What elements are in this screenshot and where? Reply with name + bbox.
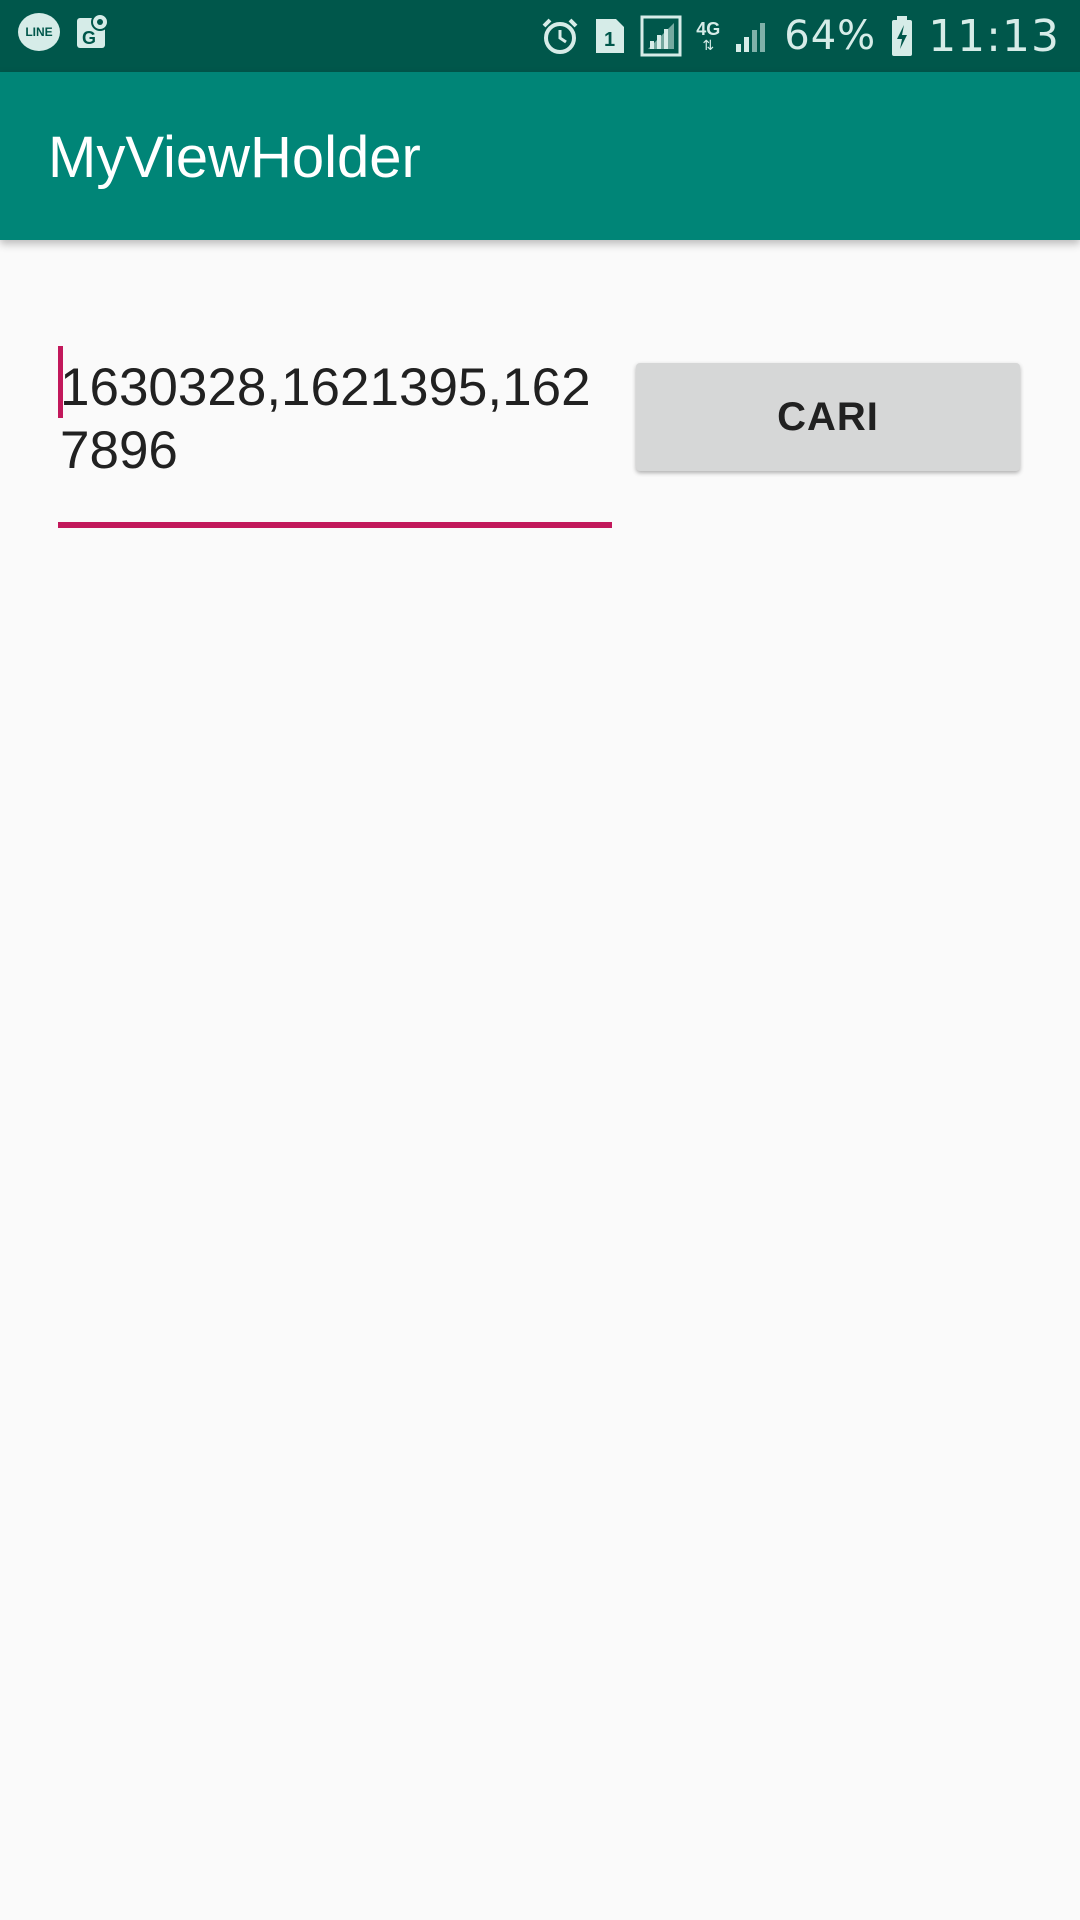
battery-charging-icon: [890, 15, 914, 57]
status-bar: LINE G 1 4G ⇅ 64% 11:13: [0, 0, 1080, 72]
svg-text:G: G: [82, 28, 96, 48]
cari-button[interactable]: CARI: [636, 363, 1020, 471]
app-bar: MyViewHolder: [0, 72, 1080, 240]
svg-text:1: 1: [604, 29, 615, 51]
battery-percent: 64%: [784, 13, 877, 59]
line-icon: LINE: [18, 13, 60, 51]
search-input[interactable]: 1630328,1621395,1627896: [58, 346, 614, 532]
status-time: 11:13: [928, 10, 1060, 62]
search-input-underline: [58, 522, 612, 528]
status-bar-left: LINE G: [18, 12, 110, 52]
alarm-icon: [540, 16, 580, 56]
google-maps-icon: G: [76, 12, 110, 52]
signal-icon-2: [734, 18, 770, 54]
status-bar-right: 1 4G ⇅ 64% 11:13: [540, 0, 1060, 72]
sim-1-icon: 1: [594, 17, 626, 55]
signal-icon: [640, 15, 682, 57]
search-input-text[interactable]: 1630328,1621395,1627896: [60, 356, 610, 482]
app-title: MyViewHolder: [48, 125, 421, 190]
4g-icon: 4G ⇅: [696, 19, 721, 53]
